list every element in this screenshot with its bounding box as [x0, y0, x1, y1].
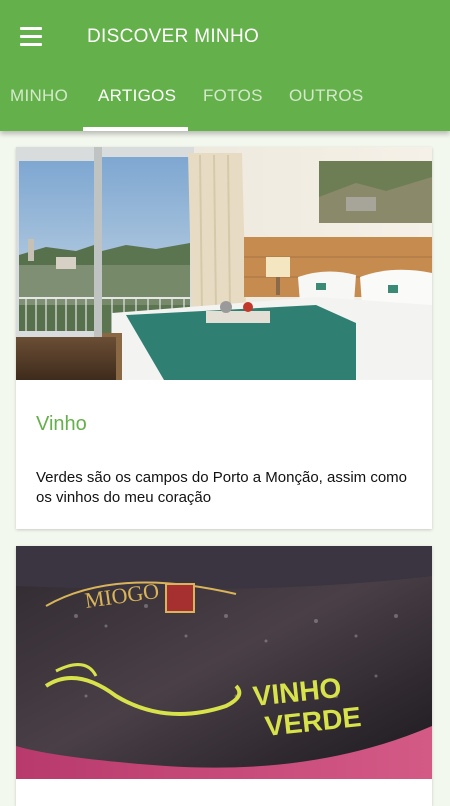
app-bar: DISCOVER MINHO MINHO ARTIGOS FOTOS OUTRO… [0, 0, 450, 131]
tab-outros[interactable]: OUTROS [289, 78, 364, 131]
tab-bar: MINHO ARTIGOS FOTOS OUTROS [0, 78, 450, 131]
tab-fotos[interactable]: FOTOS [203, 78, 263, 131]
article-card[interactable]: MIOGO VINHO VERDE [16, 546, 432, 806]
active-tab-indicator [83, 127, 188, 131]
vinho-verde-bottle-image: MIOGO VINHO VERDE [16, 546, 432, 779]
app-title: DISCOVER MINHO [87, 26, 260, 47]
article-title: Vinho [36, 413, 87, 435]
tab-minho[interactable]: MINHO [10, 78, 68, 131]
article-description: Verdes são os campos do Porto a Monção, … [36, 469, 408, 506]
tab-artigos[interactable]: ARTIGOS [98, 78, 176, 131]
hotel-room-image [16, 147, 432, 380]
article-card[interactable]: Vinho Verdes são os campos do Porto a Mo… [16, 147, 432, 529]
menu-icon[interactable] [14, 20, 48, 54]
